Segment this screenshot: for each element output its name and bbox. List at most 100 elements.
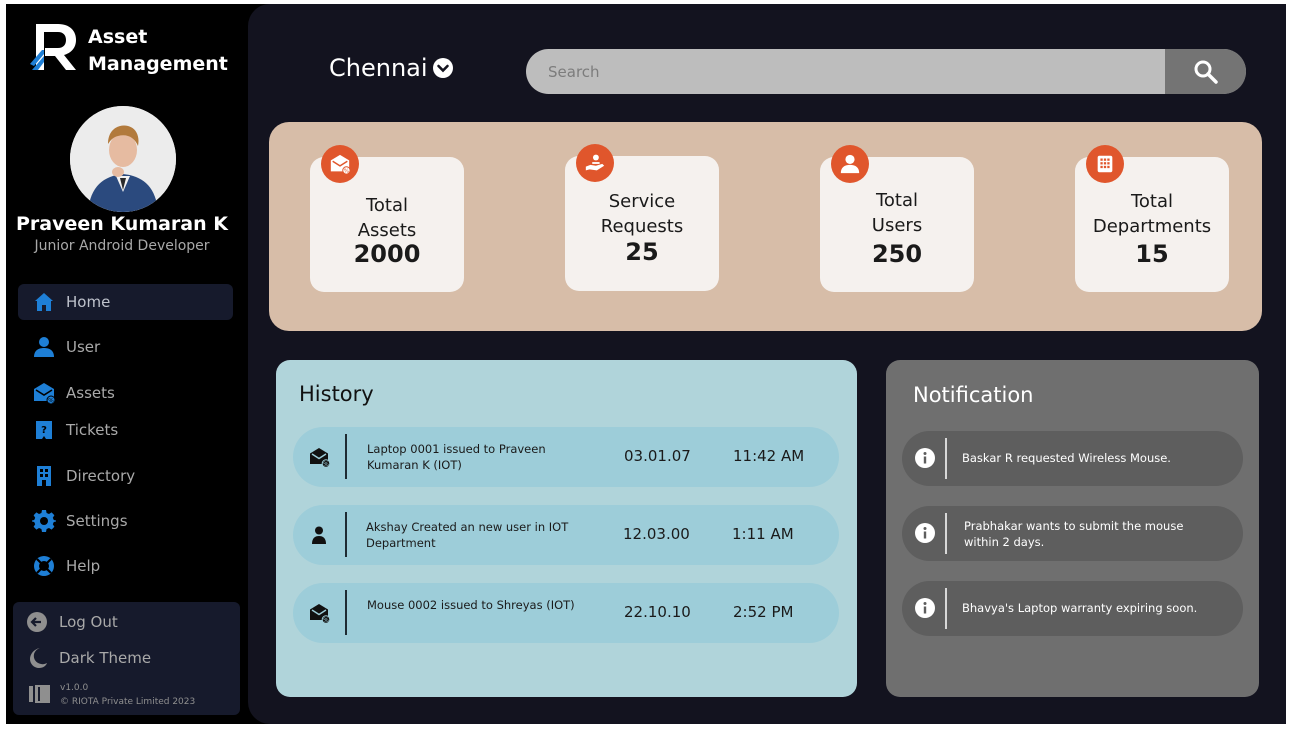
dark-theme-label: Dark Theme <box>59 649 152 667</box>
history-date: 22.10.10 <box>624 603 691 621</box>
notification-text: Bhavya's Laptop warranty expiring soon. <box>962 601 1198 615</box>
stat-label-line: Users <box>871 215 923 236</box>
svg-text:%: % <box>48 398 54 405</box>
logout-button[interactable]: Log Out <box>25 610 118 634</box>
row-divider <box>945 588 947 629</box>
history-text: Akshay Created an new user in IOT Depart… <box>366 520 569 550</box>
search-bar <box>526 49 1246 94</box>
sidebar-item-user[interactable]: User <box>18 329 233 365</box>
version-number: v1.0.0 <box>60 683 89 693</box>
svg-text:%: % <box>323 617 329 624</box>
notification-item[interactable]: Baskar R requested Wireless Mouse. <box>902 431 1243 486</box>
history-time: 11:42 AM <box>733 447 805 465</box>
building-icon <box>1086 145 1124 183</box>
search-icon <box>1194 60 1218 84</box>
stat-value: 15 <box>1135 240 1169 268</box>
notification-text: Prabhakar wants to submit the mouse with… <box>964 519 1184 549</box>
logout-icon <box>27 612 47 632</box>
svg-text:?: ? <box>41 425 47 436</box>
brand-line-2: Management <box>88 53 228 75</box>
notification-text: Baskar R requested Wireless Mouse. <box>962 451 1171 465</box>
svg-text:%: % <box>323 461 329 468</box>
stat-card-total-departments[interactable]: Total Departments 15 <box>1075 145 1229 292</box>
sidebar-item-settings[interactable]: Settings <box>18 503 233 539</box>
directory-icon <box>30 462 58 490</box>
stat-value: 250 <box>871 240 923 268</box>
stat-label: Total Departments <box>1075 189 1229 239</box>
version-icon <box>29 685 50 703</box>
stat-label-line: Total <box>365 195 409 216</box>
dark-theme-toggle[interactable]: Dark Theme <box>25 646 151 670</box>
history-text: Laptop 0001 issued to Praveen Kumaran K … <box>367 442 546 472</box>
version-info: v1.0.0 © RIOTA Private Limited 2023 <box>60 681 195 709</box>
search-input[interactable] <box>526 49 1165 94</box>
sidebar-item-label: Settings <box>66 512 128 530</box>
notification-item[interactable]: Bhavya's Laptop warranty expiring soon. <box>902 581 1243 636</box>
info-icon <box>915 598 935 618</box>
stat-label-line: Requests <box>600 216 684 237</box>
sidebar-item-label: Assets <box>66 384 115 402</box>
row-divider <box>945 438 947 479</box>
copyright: © RIOTA Private Limited 2023 <box>60 697 196 707</box>
history-text: Mouse 0002 issued to Shreyas (IOT) <box>367 598 575 612</box>
stat-label-line: Departments <box>1092 216 1212 237</box>
notification-panel: Notification Baskar R requested Wireless… <box>886 360 1259 697</box>
app-brand: Asset Management <box>88 24 228 78</box>
notification-item[interactable]: Prabhakar wants to submit the mouse with… <box>902 506 1243 561</box>
search-button[interactable] <box>1165 49 1246 94</box>
person-icon <box>831 145 869 183</box>
sidebar-footer: Log Out Dark Theme v1.0.0 © RIOTA Privat… <box>13 602 240 715</box>
sidebar-item-label: User <box>66 338 101 356</box>
asset-box-icon: % <box>310 448 331 468</box>
history-date: 12.03.00 <box>623 525 690 543</box>
sidebar-item-label: Help <box>66 557 101 575</box>
app-logo-icon <box>30 24 76 70</box>
stat-label: Total Users <box>820 188 974 238</box>
stat-card-total-assets[interactable]: % Total Assets 2000 <box>310 145 464 292</box>
profile-name: Praveen Kumaran K <box>15 213 228 235</box>
ticket-icon: ? <box>30 416 58 444</box>
asset-box-icon: % <box>30 379 58 407</box>
home-icon <box>30 288 58 316</box>
sidebar-item-label: Tickets <box>66 421 119 439</box>
moon-icon <box>30 648 47 668</box>
sidebar-item-home[interactable]: Home <box>18 284 233 320</box>
app-window: Asset Management Praveen Kumaran K Junio… <box>6 4 1286 724</box>
sidebar-item-label: Home <box>66 293 111 311</box>
row-divider <box>945 513 947 554</box>
gear-icon <box>30 507 58 535</box>
info-icon <box>915 523 935 543</box>
sidebar-item-assets[interactable]: % Assets <box>18 375 233 411</box>
stats-panel: % Total Assets 2000 Service Requests 25 <box>269 122 1262 331</box>
sidebar-item-tickets[interactable]: ? Tickets <box>18 412 233 448</box>
sidebar-item-directory[interactable]: Directory <box>18 458 233 494</box>
profile-role: Junior Android Developer <box>34 238 210 254</box>
history-title: History <box>299 382 374 406</box>
history-time: 1:11 AM <box>732 525 794 543</box>
history-time: 2:52 PM <box>733 603 794 621</box>
stat-card-total-users[interactable]: Total Users 250 <box>820 145 974 292</box>
city-label: Chennai <box>329 54 428 82</box>
stat-card-service-requests[interactable]: Service Requests 25 <box>565 144 719 291</box>
lifebuoy-icon <box>30 552 58 580</box>
person-icon <box>312 526 326 544</box>
row-divider <box>345 512 347 557</box>
history-row[interactable]: % Mouse 0002 issued to Shreyas (IOT) 22.… <box>293 583 839 643</box>
row-divider <box>345 590 347 635</box>
row-divider <box>345 434 347 479</box>
sidebar-item-help[interactable]: Help <box>18 548 233 584</box>
person-icon <box>30 333 58 361</box>
stat-label: Service Requests <box>565 189 719 239</box>
history-row[interactable]: Akshay Created an new user in IOT Depart… <box>293 505 839 565</box>
stat-label-line: Total <box>1130 191 1174 212</box>
sidebar-item-label: Directory <box>66 467 136 485</box>
history-row[interactable]: % Laptop 0001 issued to Praveen Kumaran … <box>293 427 839 487</box>
stat-value: 2000 <box>353 240 421 268</box>
asset-box-icon: % <box>310 604 331 624</box>
avatar[interactable] <box>70 106 176 212</box>
stat-label: Total Assets <box>310 193 464 243</box>
stat-label-line: Service <box>608 191 676 212</box>
city-selector[interactable]: Chennai <box>329 54 454 82</box>
avatar-portrait-icon <box>70 106 176 212</box>
brand-line-1: Asset <box>88 26 148 48</box>
